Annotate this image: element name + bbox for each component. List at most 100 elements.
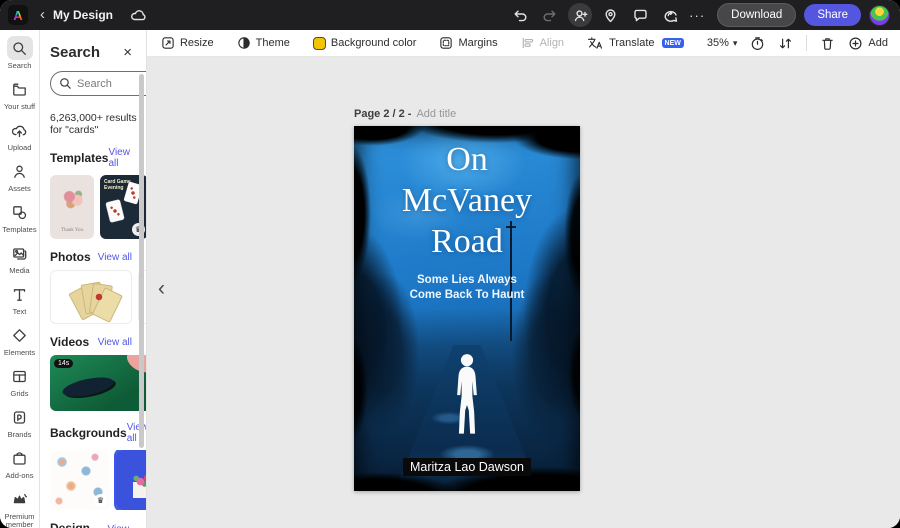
sidebar-item-elements[interactable]: Elements — [0, 321, 40, 359]
shapes-icon — [12, 205, 27, 220]
translate-button[interactable]: Translate NEW — [587, 36, 684, 50]
back-button[interactable]: ‹ — [38, 6, 53, 25]
canvas-area: Resize Theme Background color Margins Al… — [147, 30, 900, 528]
user-avatar[interactable] — [869, 5, 890, 26]
invite-people-button[interactable] — [568, 3, 592, 27]
search-field[interactable] — [50, 71, 147, 96]
app-header: A ‹ My Design ··· Do — [0, 0, 900, 30]
photos-view-all-link[interactable]: View all — [98, 252, 132, 263]
brand-shield-icon — [12, 410, 27, 425]
add-ons-icon — [12, 451, 27, 466]
page-number-label: Page 2 / 2 - — [354, 108, 411, 120]
canvas-viewport[interactable]: ‹ Page 2 / 2 - Add title — [147, 57, 900, 528]
backgrounds-section-label: Backgrounds — [50, 426, 127, 440]
templates-view-all-link[interactable]: View all — [108, 147, 132, 169]
templates-row: Thank You Card Game Evening ♛ HAPPY ♛ — [50, 175, 147, 239]
app-window: A ‹ My Design ··· Do — [0, 0, 900, 528]
header-actions: ··· Download Share — [505, 3, 890, 27]
page-duration-button[interactable] — [750, 36, 765, 51]
cloud-sync-icon[interactable] — [126, 3, 150, 27]
delete-page-button[interactable] — [820, 36, 835, 51]
align-button[interactable]: Align — [521, 36, 564, 50]
sidebar-item-grids[interactable]: Grids — [0, 362, 40, 400]
chevron-down-icon: ▾ — [733, 38, 738, 49]
videos-view-all-link[interactable]: View all — [98, 337, 132, 348]
upload-cloud-icon — [12, 123, 27, 138]
undo-button[interactable] — [508, 3, 532, 27]
sidebar-item-media[interactable]: Media — [0, 239, 40, 277]
sidebar-item-text[interactable]: Text — [0, 280, 40, 318]
collapse-panel-icon[interactable]: ‹ — [158, 279, 165, 299]
premium-crown-badge: ♛ — [94, 494, 107, 507]
layers-reorder-icon — [778, 36, 793, 51]
video-thumb-poker-table[interactable]: 14s ♛ — [50, 355, 147, 411]
toolbar-divider — [806, 35, 807, 51]
page-label-row: Page 2 / 2 - Add title — [354, 108, 456, 120]
close-icon[interactable]: × — [123, 46, 132, 60]
add-title-field[interactable]: Add title — [416, 108, 456, 120]
share-button[interactable]: Share — [804, 4, 861, 26]
timer-icon — [750, 36, 765, 51]
backgrounds-row: ♛ ♛ — [50, 450, 147, 510]
more-options-button[interactable]: ··· — [685, 8, 709, 23]
background-thumb-rain-pattern[interactable]: ♛ — [50, 450, 110, 510]
margins-icon — [439, 36, 453, 50]
sidebar-item-assets[interactable]: Assets — [0, 157, 40, 195]
zoom-level: 35% — [707, 37, 729, 49]
sidebar-item-upload[interactable]: Upload — [0, 116, 40, 154]
redo-button[interactable] — [538, 3, 562, 27]
search-panel: Search × 6,263,000+ results for "cards" … — [40, 30, 147, 528]
zoom-control[interactable]: 35% ▾ — [707, 37, 738, 49]
photos-section-label: Photos — [50, 250, 91, 264]
videos-row: 14s ♛ 19s — [50, 355, 147, 411]
text-tool-icon — [12, 287, 27, 302]
cover-subtitle[interactable]: Some Lies Always Come Back To Haunt — [354, 273, 580, 302]
resize-button[interactable]: Resize — [161, 36, 214, 50]
back-chevron-icon: ‹ — [40, 6, 45, 23]
trash-icon — [820, 36, 835, 51]
location-pin-icon[interactable] — [598, 3, 622, 27]
add-page-button[interactable]: Add — [848, 36, 888, 51]
adobe-express-logo-icon[interactable]: A — [8, 5, 28, 25]
download-button[interactable]: Download — [717, 3, 796, 27]
share-feedback-icon[interactable] — [658, 3, 682, 27]
background-color-button[interactable]: Background color — [313, 37, 417, 50]
video-duration-badge: 14s — [54, 359, 73, 368]
sidebar-item-add-ons[interactable]: Add-ons — [0, 444, 40, 482]
editor-toolbar: Resize Theme Background color Margins Al… — [147, 30, 900, 57]
margins-button[interactable]: Margins — [439, 36, 497, 50]
design-assets-section-label: Design assets — [50, 521, 108, 528]
cover-author[interactable]: Maritza Lao Dawson — [354, 458, 580, 476]
sidebar-item-your-stuff[interactable]: Your stuff — [0, 75, 40, 113]
elements-icon — [12, 328, 27, 343]
sidebar-item-templates[interactable]: Templates — [0, 198, 40, 236]
document-title[interactable]: My Design — [53, 8, 113, 22]
person-icon — [12, 164, 27, 179]
add-circle-icon — [848, 36, 863, 51]
resize-icon — [161, 36, 175, 50]
search-input[interactable] — [77, 78, 147, 90]
sidebar-item-search[interactable]: Search — [0, 34, 40, 72]
panel-scrollbar[interactable] — [139, 74, 144, 448]
search-icon — [12, 41, 27, 56]
photo-thumb-vintage-cards[interactable] — [50, 270, 132, 324]
background-color-swatch — [313, 37, 326, 50]
videos-section-label: Videos — [50, 335, 89, 349]
design-assets-view-all-link[interactable]: View all — [108, 524, 132, 528]
reorder-layers-button[interactable] — [778, 36, 793, 51]
background-thumb-envelope-flowers-selected[interactable]: ♛ — [116, 450, 147, 510]
grids-icon — [12, 369, 27, 384]
sidebar-item-brands[interactable]: Brands — [0, 403, 40, 441]
sidebar-item-premium-member[interactable]: Premium member — [0, 485, 40, 528]
panel-title: Search — [50, 44, 100, 61]
template-thumb-thank-you[interactable]: Thank You — [50, 175, 94, 239]
theme-icon — [237, 36, 251, 50]
folder-icon — [12, 82, 27, 97]
cover-title[interactable]: On McVaney Road — [354, 139, 580, 262]
results-count: 6,263,000+ results for "cards" — [50, 112, 146, 136]
book-cover-page[interactable]: On McVaney Road Some Lies Always Come Ba… — [354, 126, 580, 491]
premium-crown-icon — [12, 492, 27, 507]
new-badge: NEW — [662, 38, 684, 48]
theme-button[interactable]: Theme — [237, 36, 290, 50]
comment-icon[interactable] — [628, 3, 652, 27]
